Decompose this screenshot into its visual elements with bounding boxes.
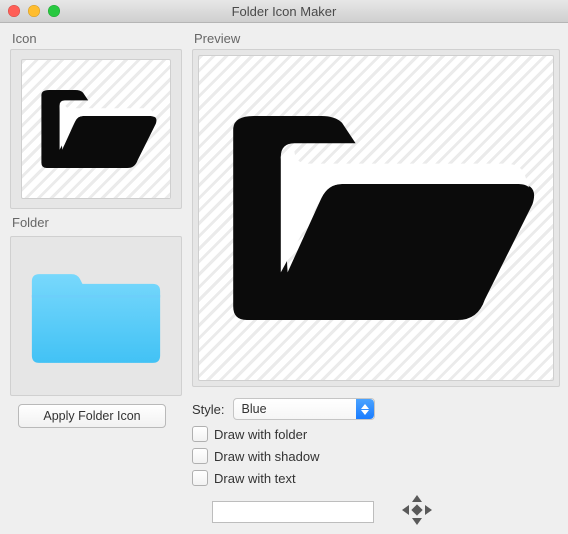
preview-well [192, 49, 560, 387]
zoom-icon[interactable] [48, 5, 60, 17]
style-label: Style: [192, 402, 225, 417]
minimize-icon[interactable] [28, 5, 40, 17]
icon-well[interactable] [10, 49, 182, 209]
open-folder-icon [31, 74, 161, 184]
mac-folder-icon [22, 251, 170, 381]
draw-with-folder-checkbox[interactable] [192, 426, 208, 442]
preview-canvas [198, 55, 554, 381]
style-selected-value: Blue [242, 402, 267, 416]
preview-section-label: Preview [194, 31, 560, 46]
open-folder-icon-large [206, 68, 546, 368]
draw-with-shadow-checkbox[interactable] [192, 448, 208, 464]
chevron-up-down-icon [356, 399, 374, 419]
folder-well[interactable] [10, 236, 182, 396]
icon-thumbnail [21, 59, 171, 199]
draw-with-text-label: Draw with text [214, 471, 296, 486]
move-icon[interactable] [400, 493, 434, 530]
traffic-lights [8, 5, 60, 17]
apply-folder-icon-label: Apply Folder Icon [43, 409, 140, 423]
window-title: Folder Icon Maker [0, 4, 568, 19]
close-icon[interactable] [8, 5, 20, 17]
draw-with-folder-label: Draw with folder [214, 427, 307, 442]
apply-folder-icon-button[interactable]: Apply Folder Icon [18, 404, 166, 428]
text-input[interactable] [212, 501, 374, 523]
draw-with-text-checkbox[interactable] [192, 470, 208, 486]
draw-with-shadow-label: Draw with shadow [214, 449, 320, 464]
titlebar: Folder Icon Maker [0, 0, 568, 23]
folder-section-label: Folder [12, 215, 182, 230]
icon-section-label: Icon [12, 31, 182, 46]
style-popup[interactable]: Blue [233, 398, 375, 420]
